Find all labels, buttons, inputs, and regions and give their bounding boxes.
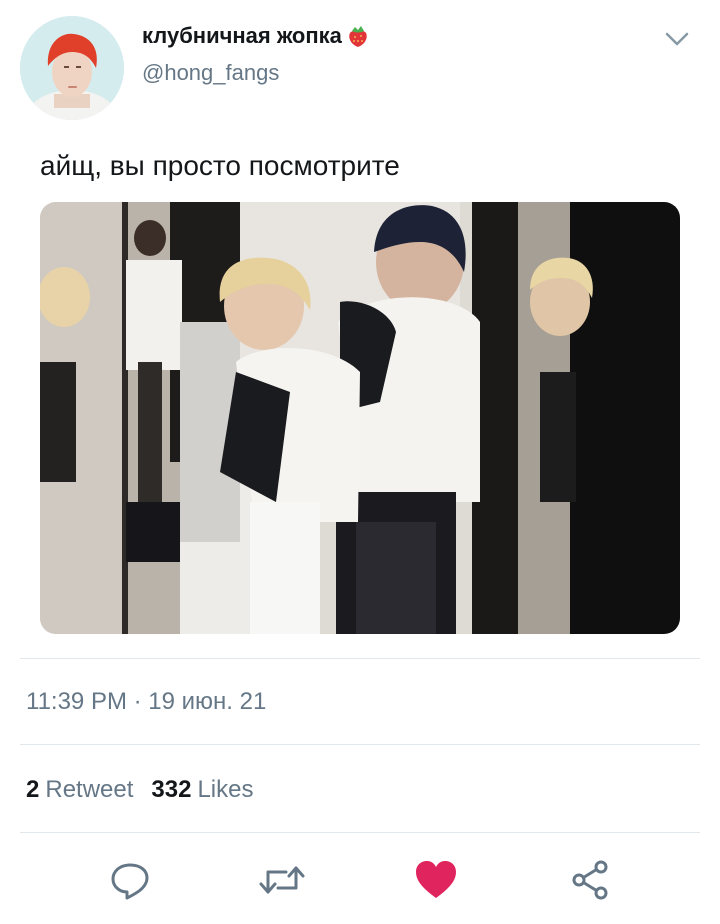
share-icon (572, 860, 608, 900)
reply-icon (111, 863, 149, 900)
retweet-button[interactable] (258, 856, 306, 904)
tweet-timestamp[interactable]: 11:39 PM · 19 июн. 21 (26, 688, 266, 716)
user-handle[interactable]: @hong_fangs (142, 60, 279, 86)
display-name[interactable]: клубничная жопка (142, 23, 342, 49)
divider (20, 744, 700, 745)
tweet-actions (0, 856, 720, 906)
chevron-down-icon[interactable] (664, 30, 690, 48)
tweet-text: айщ, вы просто посмотрите (40, 150, 400, 181)
tweet-stats: 2 Retweet 332 Likes (26, 776, 253, 804)
divider (20, 832, 700, 833)
retweet-label[interactable]: Retweet (45, 776, 133, 804)
photo-image (40, 202, 680, 634)
retweet-icon (259, 866, 305, 894)
like-button[interactable] (412, 856, 460, 904)
retweet-count[interactable]: 2 (26, 776, 39, 804)
tweet-photo[interactable] (40, 202, 680, 634)
likes-label[interactable]: Likes (197, 776, 253, 804)
share-button[interactable] (566, 856, 614, 904)
avatar[interactable] (20, 16, 124, 120)
strawberry-icon (349, 26, 367, 47)
divider (20, 658, 700, 659)
avatar-image (20, 16, 124, 120)
heart-icon (416, 861, 456, 898)
reply-button[interactable] (106, 856, 154, 904)
likes-count[interactable]: 332 (151, 776, 191, 804)
